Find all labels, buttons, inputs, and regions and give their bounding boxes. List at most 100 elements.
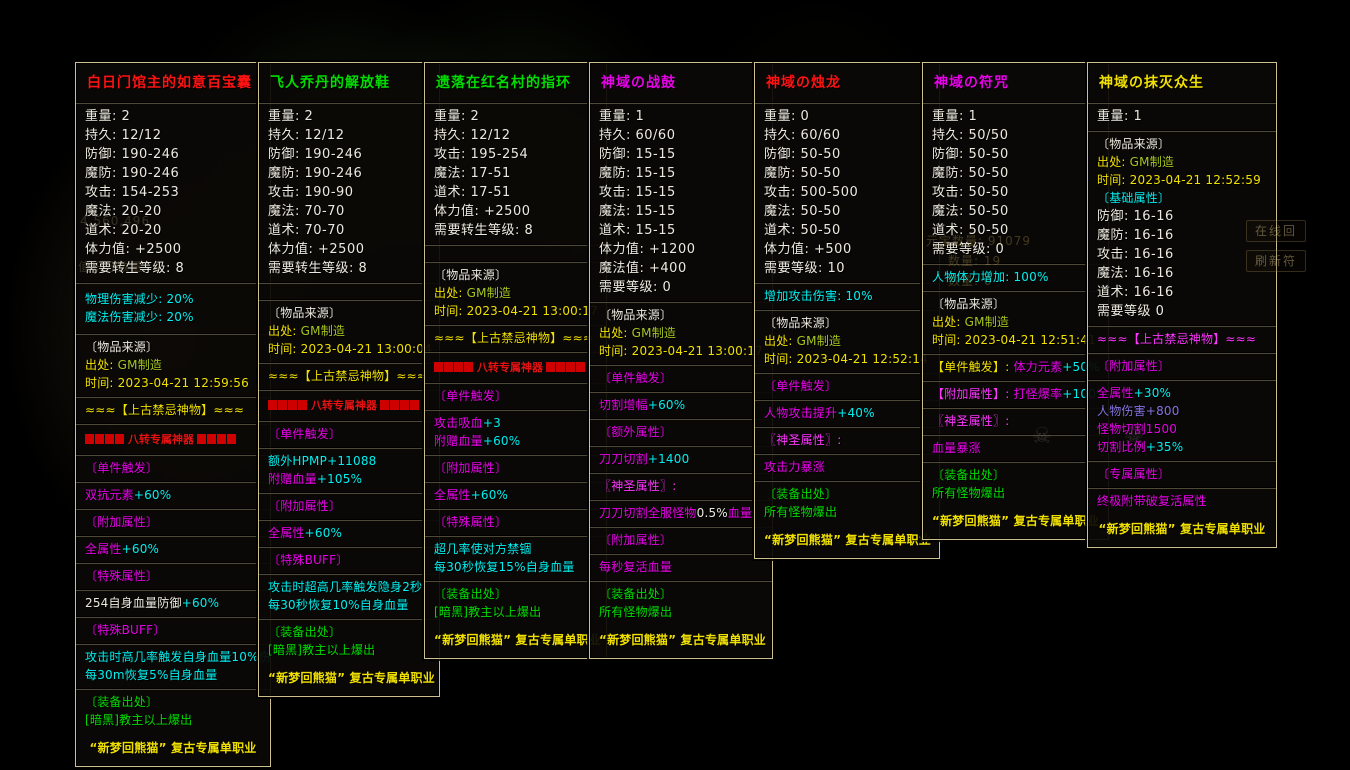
text-segment: 出处: (1097, 155, 1130, 169)
tooltip-line: 全属性+30% (1097, 384, 1267, 402)
separator (425, 454, 606, 456)
tooltip-line: 所有怪物爆出 (932, 484, 1099, 502)
spacer (85, 326, 261, 329)
text-segment: ≈≈≈【上古禁忌神物】≈≈≈ (85, 403, 244, 417)
text-segment: “新梦回熊猫” 复古专属单职业 (268, 671, 435, 685)
text-segment: 魔法伤害减少: 20% (85, 310, 194, 324)
text-segment: 出处: (85, 358, 118, 372)
text-segment: +60% (471, 488, 509, 502)
red-block-icon (400, 400, 409, 410)
separator (259, 389, 439, 391)
tooltip-line: 时间: 2023-04-21 13:00:17 (434, 302, 597, 320)
separator (590, 102, 772, 104)
tooltip-line: 〔物品来源〕 (434, 266, 597, 284)
text-segment: 附赠血量 (434, 434, 483, 448)
tooltip-line: 附赠血量+105% (268, 470, 430, 488)
stat-line: 攻击: 190-90 (268, 183, 430, 202)
text-segment: 切割增幅 (599, 398, 648, 412)
text-segment: GM制造 (118, 358, 162, 372)
stats-block: 重量: 2持久: 12/12防御: 190-246魔防: 190-246攻击: … (268, 107, 430, 278)
stat-line: 道术: 17-51 (434, 183, 597, 202)
item-tooltip: 神域の符咒重量: 1持久: 50/50防御: 50-50魔防: 50-50攻击:… (922, 62, 1109, 540)
stats-block: 防御: 16-16魔防: 16-16攻击: 16-16魔法: 16-16道术: … (1097, 207, 1267, 321)
tooltip-line: 〔装备出处〕 (268, 623, 430, 641)
red-block-icon (464, 362, 473, 372)
tooltip-line: 时间: 2023-04-21 13:00:04 (268, 340, 430, 358)
text-segment: “新梦回熊猫” 复古专属单职业 (1099, 522, 1266, 536)
text-segment: “新梦回熊猫” 复古专属单职业 (764, 533, 931, 547)
background-button[interactable]: 刷新符 (1246, 250, 1306, 272)
red-block-icon (546, 362, 555, 372)
tooltip-line: 所有怪物爆出 (764, 503, 930, 521)
tooltip-line: 出处: GM制造 (1097, 153, 1267, 171)
separator (425, 481, 606, 483)
tooltip-line: 物理伤害减少: 20% (85, 290, 261, 308)
text-segment: 〔装备出处〕 (599, 587, 672, 601)
text-segment: 〖神圣属性〗: (764, 433, 841, 447)
text-segment: 所有怪物爆出 (932, 486, 1005, 500)
tooltip-line: 〔物品来源〕 (764, 314, 930, 332)
tooltip-line: 人物攻击提升+40% (764, 404, 930, 422)
text-segment: 刀刀切割 (599, 452, 648, 466)
stat-line: 魔法值: +400 (599, 259, 763, 278)
stat-line: 攻击: 500-500 (764, 183, 930, 202)
text-segment: 〔附加属性〕 (1097, 359, 1170, 373)
red-block-icon (380, 400, 389, 410)
tooltip-line: 〔特殊属性〕 (434, 513, 597, 531)
separator (425, 382, 606, 384)
background-button[interactable]: 在线回 (1246, 220, 1306, 242)
tooltip-line: 〖神圣属性〗: (764, 431, 930, 449)
stat-line: 魔防: 50-50 (764, 164, 930, 183)
separator (590, 364, 772, 366)
tooltip-line: 〔单件触发〕 (434, 387, 597, 405)
text-segment: 血量暴涨 (932, 441, 981, 455)
text-segment: +30% (1134, 386, 1172, 400)
eight-turn-exclusive-banner: 八转专属神器 (268, 394, 430, 416)
text-segment: [暗黑]教主以上爆出 (434, 605, 541, 619)
text-segment: 〔装备出处〕 (932, 468, 1005, 482)
stat-line: 持久: 60/60 (599, 126, 763, 145)
item-tooltip: 神域の烛龙重量: 0持久: 60/60防御: 50-50魔防: 50-50攻击:… (754, 62, 940, 559)
stat-line: 体力值: +1200 (599, 240, 763, 259)
tooltip-line: [暗黑]教主以上爆出 (85, 711, 261, 729)
tooltip-line: 攻击时超高几率触发隐身2秒 (268, 578, 430, 596)
stat-line: 需要转生等级: 8 (268, 259, 430, 278)
tooltip-line: 〔装备出处〕 (434, 585, 597, 603)
separator (1088, 102, 1276, 104)
red-block-icon (576, 362, 585, 372)
tooltip-line: ≈≈≈【上古禁忌神物】≈≈≈ (85, 401, 261, 419)
stat-line: 魔法: 50-50 (932, 202, 1099, 221)
item-title: 神域の符咒 (932, 63, 1099, 98)
text-segment: 〔物品来源〕 (85, 340, 158, 354)
tooltip-line: 〔特殊BUFF〕 (268, 551, 430, 569)
text-segment: [暗黑]教主以上爆出 (85, 713, 192, 727)
text-segment: 〔单件触发〕 (599, 371, 672, 385)
text-segment: 全属性 (85, 542, 122, 556)
tooltip-line: 〔单件触发〕 (764, 377, 930, 395)
red-block-icon (227, 434, 236, 444)
tooltip-line: [暗黑]教主以上爆出 (268, 641, 430, 659)
stat-line: 持久: 12/12 (434, 126, 597, 145)
separator (1088, 379, 1276, 381)
server-footer-line: “新梦回熊猫” 复古专属单职业 (85, 739, 261, 758)
separator (425, 580, 606, 582)
red-block-icon (390, 400, 399, 410)
tooltip-line: 时间: 2023-04-21 13:00:17 (599, 342, 763, 360)
text-segment: 〔基础属性〕 (1097, 191, 1170, 205)
tooltip-line: 时间: 2023-04-21 12:52:59 (1097, 171, 1267, 189)
stat-line: 道术: 70-70 (268, 221, 430, 240)
text-segment: 254自身血量防御 (85, 596, 182, 610)
text-segment: 〔单件触发〕 (434, 389, 507, 403)
tooltip-line: 〔附加属性〕 (268, 497, 430, 515)
tooltip-line: 全属性+60% (268, 524, 430, 542)
spacer (268, 287, 430, 295)
text-segment: +60% (648, 398, 686, 412)
text-segment: 〔额外属性〕 (599, 425, 672, 439)
server-footer-line: “新梦回熊猫” 复古专属单职业 (932, 512, 1099, 531)
tooltip-line: ≈≈≈【上古禁忌神物】≈≈≈ (268, 367, 430, 385)
text-segment: 〔装备出处〕 (85, 695, 158, 709)
stat-line: 重量: 0 (764, 107, 930, 126)
separator (76, 282, 270, 284)
separator (923, 434, 1108, 436)
separator (1088, 325, 1276, 327)
